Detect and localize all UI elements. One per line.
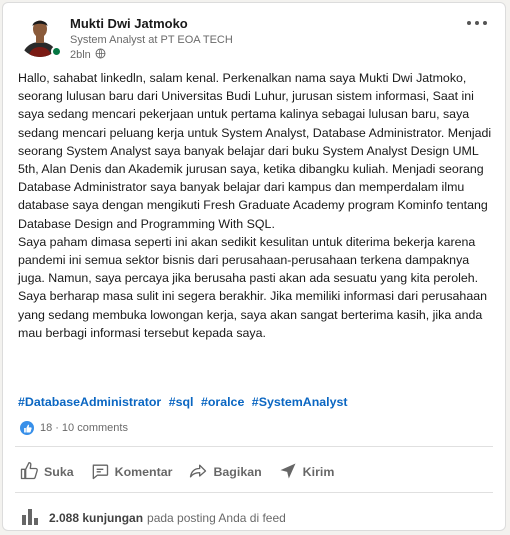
author-name[interactable]: Mukti Dwi Jatmoko [70, 16, 188, 31]
more-dot [483, 21, 487, 25]
post-body: Hallo, sahabat linkedln, salam kenal. Pe… [18, 69, 496, 342]
social-counts: 18 · 10 comments [20, 421, 128, 435]
online-status-dot [51, 46, 62, 57]
post-analytics[interactable]: 2.088 kunjungan pada posting Anda di fee… [21, 507, 286, 528]
send-button[interactable]: Kirim [272, 458, 341, 486]
hashtag-link[interactable]: #SystemAnalyst [252, 395, 348, 409]
send-icon [278, 461, 303, 484]
analytics-bar-icon [21, 507, 41, 528]
hashtag-list: #DatabaseAdministrator #sql #oralce #Sys… [18, 395, 352, 409]
count-separator: · [55, 422, 59, 434]
comment-icon [90, 461, 115, 484]
post-action-bar: Suka Komentar Bagikan Kirim [13, 458, 493, 486]
share-button[interactable]: Bagikan [182, 458, 267, 486]
post-paragraph: Hallo, sahabat linkedln, salam kenal. Pe… [18, 71, 492, 231]
divider [15, 492, 493, 493]
comment-count[interactable]: 10 comments [62, 422, 128, 434]
share-label: Bagikan [213, 465, 262, 479]
hashtag-link[interactable]: #sql [169, 395, 194, 409]
reaction-count[interactable]: 18 [40, 422, 52, 434]
view-suffix: pada posting Anda di feed [147, 510, 286, 525]
hashtag-link[interactable]: #DatabaseAdministrator [18, 395, 161, 409]
post-paragraph: Saya paham dimasa seperti ini akan sedik… [18, 234, 487, 340]
hashtag-link[interactable]: #oralce [201, 395, 244, 409]
more-dot [467, 21, 471, 25]
like-reaction-icon [20, 421, 34, 435]
more-dot [475, 21, 479, 25]
comment-button[interactable]: Komentar [84, 458, 179, 486]
view-count: 2.088 kunjungan [49, 510, 144, 525]
share-arrow-icon [188, 461, 213, 484]
post-card: Mukti Dwi Jatmoko System Analyst at PT E… [2, 2, 506, 531]
post-time: 2bln [70, 49, 91, 61]
like-button[interactable]: Suka [13, 458, 80, 486]
post-header: Mukti Dwi Jatmoko System Analyst at PT E… [18, 13, 493, 67]
post-meta: 2bln [70, 48, 106, 62]
divider [15, 446, 493, 447]
like-label: Suka [44, 465, 74, 479]
author-headline: System Analyst at PT EOA TECH [70, 34, 233, 46]
more-options-button[interactable] [463, 13, 491, 33]
send-label: Kirim [302, 465, 335, 479]
globe-icon [95, 48, 106, 62]
comment-label: Komentar [114, 465, 173, 479]
thumbs-up-icon [19, 461, 44, 484]
